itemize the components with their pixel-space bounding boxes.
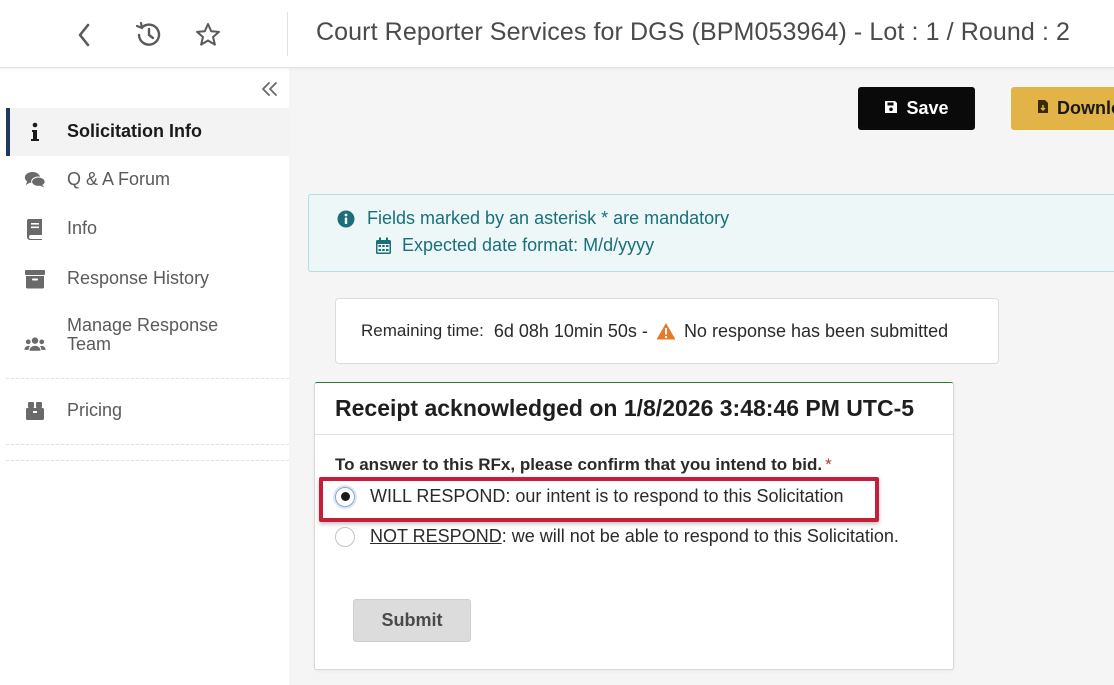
sidebar-divider (6, 460, 289, 461)
sidebar-item-label: Manage Response Team (67, 315, 219, 354)
book-icon (24, 218, 46, 240)
header-divider (287, 12, 288, 56)
mandatory-fields-note: Fields marked by an asterisk * are manda… (337, 208, 729, 229)
save-button-label: Save (906, 98, 949, 118)
double-chevron-left-icon (262, 82, 277, 96)
sidebar-item-label: Response History (67, 268, 210, 288)
floppy-disk-icon (884, 98, 898, 119)
will-respond-option[interactable]: WILL RESPOND: our intent is to respond t… (335, 486, 844, 507)
mandatory-fields-text: Fields marked by an asterisk * are manda… (367, 208, 730, 228)
sidebar-item-info[interactable]: Info (6, 215, 289, 243)
submit-button[interactable]: Submit (353, 599, 471, 642)
back-button[interactable] (68, 19, 100, 51)
chevron-left-icon (78, 23, 90, 47)
will-respond-text: : our intent is to respond to this Solic… (505, 486, 844, 506)
sidebar-divider (6, 378, 289, 379)
archive-icon (24, 268, 46, 290)
sidebar-item-label: Q & A Forum (67, 169, 171, 189)
sidebar-item-label: Info (67, 218, 98, 238)
remaining-time-value: 6d 08h 10min 50s - (493, 320, 648, 341)
response-status-text: No response has been submitted (683, 320, 949, 341)
sidebar-item-solicitation-info[interactable]: Solicitation Info (6, 108, 289, 156)
comments-icon (24, 169, 46, 191)
history-button[interactable] (132, 19, 164, 51)
info-message-box: Fields marked by an asterisk * are manda… (308, 194, 1114, 272)
not-respond-prefix: NOT RESPOND (370, 526, 502, 546)
sidebar-item-label: Pricing (67, 400, 123, 420)
page-title: Court Reporter Services for DGS (BPM0539… (316, 18, 1071, 46)
info-icon (24, 121, 46, 143)
sidebar-item-qa-forum[interactable]: Q & A Forum (6, 166, 289, 194)
not-respond-radio[interactable] (335, 526, 355, 547)
dolly-icon (24, 400, 46, 422)
users-icon (24, 333, 46, 355)
sidebar-divider (6, 444, 289, 445)
receipt-acknowledged-heading: Receipt acknowledged on 1/8/2026 3:48:46… (315, 383, 953, 435)
sidebar-item-pricing[interactable]: Pricing (6, 397, 289, 425)
required-marker: * (825, 455, 832, 474)
file-download-icon (1037, 98, 1049, 119)
warning-icon (656, 322, 676, 340)
info-circle-icon (337, 210, 355, 228)
will-respond-radio[interactable] (335, 486, 355, 507)
download-button-label: Download (1057, 98, 1114, 118)
top-header: Court Reporter Services for DGS (BPM0539… (0, 0, 1114, 68)
remaining-time-box: Remaining time: 6d 08h 10min 50s - No re… (335, 298, 999, 364)
sidebar-item-manage-response-team[interactable]: Manage Response Team (6, 314, 289, 356)
favorite-button[interactable] (192, 19, 224, 51)
save-button[interactable]: Save (858, 87, 975, 130)
download-button[interactable]: Download (1011, 87, 1114, 130)
history-icon (135, 21, 161, 46)
intent-to-bid-card: Receipt acknowledged on 1/8/2026 3:48:46… (314, 382, 954, 670)
sidebar-item-label: Solicitation Info (67, 121, 202, 141)
calendar-icon (375, 237, 392, 255)
not-respond-option[interactable]: NOT RESPOND: we will not be able to resp… (335, 526, 899, 547)
main-content: Save Download Fields marked by an asteri… (289, 68, 1114, 685)
intent-question-text: To answer to this RFx, please confirm th… (335, 455, 823, 474)
active-indicator (6, 108, 10, 156)
sidebar-footer (0, 545, 289, 685)
date-format-note: Expected date format: M/d/yyyy (375, 235, 654, 256)
sidebar-item-response-history[interactable]: Response History (6, 265, 289, 293)
not-respond-text: : we will not be able to respond to this… (501, 526, 899, 546)
will-respond-prefix: WILL RESPOND (370, 486, 506, 506)
intent-question: To answer to this RFx, please confirm th… (335, 455, 832, 475)
remaining-time-label: Remaining time: (361, 321, 484, 340)
star-icon (196, 23, 220, 46)
collapse-sidebar-button[interactable] (260, 80, 284, 98)
date-format-text: Expected date format: M/d/yyyy (402, 235, 655, 255)
